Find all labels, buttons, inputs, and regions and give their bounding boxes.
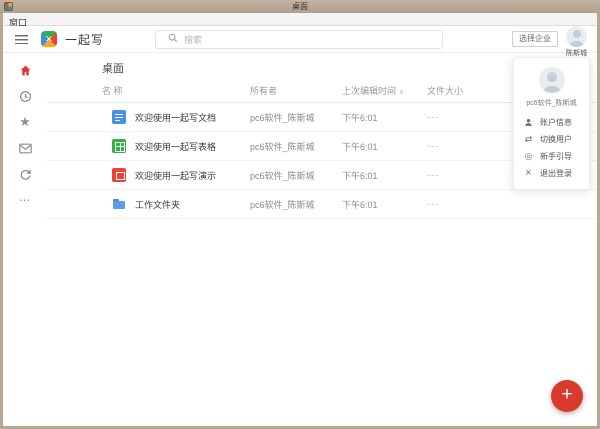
person-icon (523, 118, 534, 127)
menu-item-label: 切换用户 (540, 134, 572, 145)
sidebar-item-more[interactable]: ... (17, 190, 33, 206)
file-name: 欢迎使用一起写文档 (135, 111, 250, 124)
menu-item-label: 账户信息 (540, 117, 572, 128)
file-owner: pc6软件_陈斯城 (250, 198, 342, 211)
file-time: 下午6:01 (342, 140, 427, 153)
file-owner: pc6软件_陈斯城 (250, 111, 342, 124)
create-new-fab-button[interactable]: + (551, 380, 583, 412)
column-owner[interactable]: 所有者 (250, 84, 342, 97)
spreadsheet-file-icon (112, 139, 126, 153)
column-size[interactable]: 文件大小 (427, 84, 463, 97)
table-row[interactable]: 工作文件夹 pc6软件_陈斯城 下午6:01 --- (47, 190, 597, 219)
folder-icon (112, 197, 126, 211)
ellipsis-icon: ... (19, 193, 30, 204)
user-menu-username: pc6软件_陈斯城 (516, 98, 587, 108)
menu-item-logout[interactable]: × 退出登录 (514, 165, 589, 182)
switch-arrows-icon: ⇄ (523, 135, 534, 144)
user-menu-avatar (539, 67, 565, 93)
search-box[interactable] (155, 30, 443, 49)
file-time: 下午6:01 (342, 198, 427, 211)
chevron-down-icon: ∨ (399, 89, 404, 96)
user-dropdown-menu: pc6软件_陈斯城 账户信息 ⇄ 切换用户 ◎ 新手引导 × 退出登录 (513, 57, 590, 190)
column-time[interactable]: 上次编辑时间∨ (342, 84, 427, 97)
sidebar-item-trash[interactable] (17, 166, 33, 182)
home-icon (19, 64, 32, 77)
document-file-icon (112, 110, 126, 124)
app-surface: 一起写 选择企业 陈斯城 (3, 26, 597, 426)
menu-item-label: 退出登录 (540, 168, 572, 179)
app-name: 一起写 (65, 31, 104, 48)
search-icon (168, 33, 178, 46)
os-titlebar[interactable]: 桌面 (0, 0, 600, 13)
app-header: 一起写 选择企业 陈斯城 (3, 26, 597, 53)
header-right-cluster: 选择企业 陈斯城 (512, 26, 587, 53)
file-name: 工作文件夹 (135, 198, 250, 211)
app-logo-icon (41, 31, 57, 47)
sidebar-item-home[interactable] (17, 62, 33, 78)
menu-item-account-info[interactable]: 账户信息 (514, 114, 589, 131)
select-enterprise-button[interactable]: 选择企业 (512, 31, 558, 47)
trash-recycle-icon (19, 168, 32, 181)
clock-icon (19, 90, 32, 103)
star-icon: ★ (19, 114, 31, 130)
presentation-file-icon (112, 168, 126, 182)
menubar: 窗口 (3, 13, 597, 26)
search-input[interactable] (184, 35, 442, 45)
menu-item-switch-user[interactable]: ⇄ 切换用户 (514, 131, 589, 148)
app-body: ★ ... 桌面 (3, 53, 597, 426)
file-size: --- (427, 170, 439, 180)
file-owner: pc6软件_陈斯城 (250, 169, 342, 182)
guide-target-icon: ◎ (523, 152, 534, 161)
file-time: 下午6:01 (342, 111, 427, 124)
sidebar-item-messages[interactable] (17, 140, 33, 156)
mail-icon (19, 143, 32, 154)
file-size: --- (427, 141, 439, 151)
file-time: 下午6:01 (342, 169, 427, 182)
file-name: 欢迎使用一起写演示 (135, 169, 250, 182)
sidebar: ★ ... (3, 53, 47, 426)
file-owner: pc6软件_陈斯城 (250, 140, 342, 153)
menu-item-beginner-guide[interactable]: ◎ 新手引导 (514, 148, 589, 165)
window-title: 桌面 (0, 1, 600, 12)
file-size: --- (427, 199, 439, 209)
close-x-icon: × (523, 168, 534, 179)
sidebar-item-favorites[interactable]: ★ (17, 114, 33, 130)
file-size: --- (427, 112, 439, 122)
app-window: 桌面 窗口 一起写 选择企业 陈斯城 (0, 0, 600, 429)
user-avatar[interactable] (566, 26, 587, 47)
hamburger-menu-icon[interactable] (15, 35, 28, 44)
sidebar-item-recent[interactable] (17, 88, 33, 104)
menu-item-label: 新手引导 (540, 151, 572, 162)
column-name[interactable]: 名 称 (102, 84, 250, 97)
file-name: 欢迎使用一起写表格 (135, 140, 250, 153)
